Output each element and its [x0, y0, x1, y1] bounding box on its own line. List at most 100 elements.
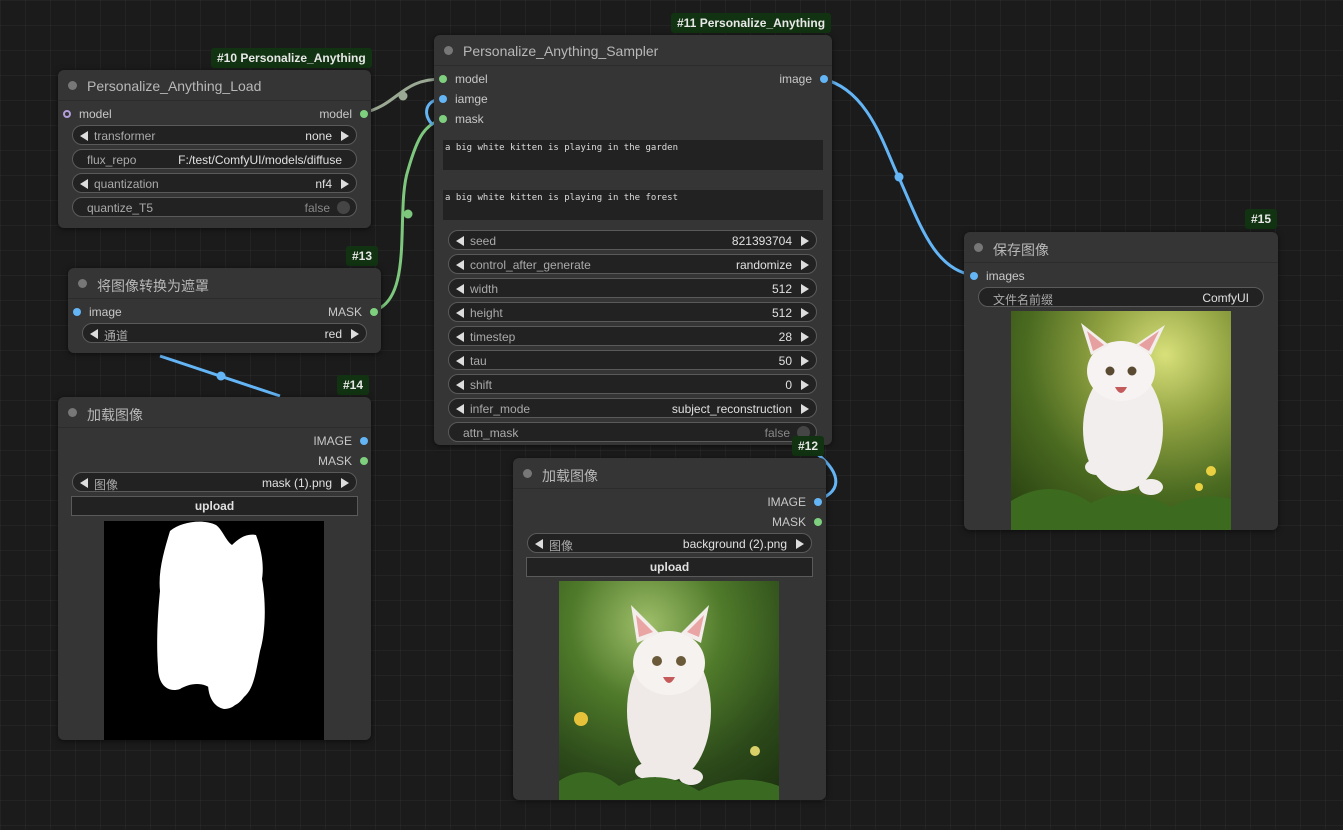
node-title: 保存图像: [993, 242, 1049, 258]
arrow-right-icon[interactable]: [796, 539, 804, 549]
node-badge: #13: [346, 246, 379, 266]
kitten-background-preview: [559, 581, 779, 800]
toggle-knob-icon[interactable]: [337, 201, 350, 214]
arrow-left-icon[interactable]: [456, 356, 464, 366]
node-title-bar[interactable]: Personalize_Anything_Sampler: [434, 35, 832, 66]
image-file-combo[interactable]: 图像 mask (1).png: [72, 472, 357, 492]
node-badge: #12: [792, 436, 825, 456]
width-number[interactable]: width 512: [448, 278, 817, 298]
load-mask-image-node[interactable]: 加载图像 IMAGE MASK 图像 mask (1).png upload: [58, 397, 371, 740]
channel-combo[interactable]: 通道 red: [82, 323, 367, 343]
personalize-load-node[interactable]: Personalize_Anything_Load model model tr…: [58, 70, 371, 228]
node-title-bar[interactable]: 加载图像: [58, 397, 371, 428]
load-background-image-node[interactable]: 加载图像 IMAGE MASK 图像 background (2).png up…: [513, 458, 826, 800]
output-image[interactable]: IMAGE: [767, 495, 822, 509]
input-mask[interactable]: mask: [439, 112, 484, 126]
collapse-dot-icon[interactable]: [974, 243, 983, 252]
node-title-bar[interactable]: 将图像转换为遮罩: [68, 268, 381, 299]
arrow-right-icon[interactable]: [351, 329, 359, 339]
prompt-textarea-1[interactable]: a big white kitten is playing in the gar…: [443, 140, 823, 170]
collapse-dot-icon[interactable]: [68, 408, 77, 417]
tau-number[interactable]: tau 50: [448, 350, 817, 370]
cat-silhouette: [157, 521, 265, 709]
arrow-right-icon[interactable]: [801, 380, 809, 390]
link-output-image: [822, 77, 974, 277]
timestep-number[interactable]: timestep 28: [448, 326, 817, 346]
output-mask[interactable]: MASK: [772, 515, 822, 529]
arrow-left-icon[interactable]: [456, 380, 464, 390]
upload-button[interactable]: upload: [71, 496, 358, 516]
node-title-bar[interactable]: Personalize_Anything_Load: [58, 70, 371, 101]
arrow-left-icon[interactable]: [456, 236, 464, 246]
generated-kitten-image: [1011, 311, 1231, 530]
arrow-right-icon[interactable]: [801, 404, 809, 414]
arrow-left-icon[interactable]: [80, 131, 88, 141]
collapse-dot-icon[interactable]: [444, 46, 453, 55]
attn-mask-toggle[interactable]: attn_mask false: [448, 422, 817, 442]
arrow-right-icon[interactable]: [801, 260, 809, 270]
image-to-mask-node[interactable]: 将图像转换为遮罩 image MASK 通道 red: [68, 268, 381, 353]
arrow-right-icon[interactable]: [341, 131, 349, 141]
collapse-dot-icon[interactable]: [78, 279, 87, 288]
arrow-right-icon[interactable]: [801, 308, 809, 318]
save-image-node[interactable]: 保存图像 images 文件名前缀 ComfyUI: [964, 232, 1278, 530]
node-title: Personalize_Anything_Load: [87, 78, 262, 94]
node-badge: #14: [337, 375, 370, 395]
node-badge: #10 Personalize_Anything: [211, 48, 372, 68]
arrow-left-icon[interactable]: [456, 308, 464, 318]
filename-prefix-field[interactable]: 文件名前缀 ComfyUI: [978, 287, 1264, 307]
node-title: 将图像转换为遮罩: [97, 278, 209, 294]
seed-number[interactable]: seed 821393704: [448, 230, 817, 250]
collapse-dot-icon[interactable]: [523, 469, 532, 478]
kitten-illustration: [559, 605, 779, 800]
arrow-left-icon[interactable]: [456, 404, 464, 414]
link-model: [362, 77, 444, 115]
arrow-left-icon[interactable]: [456, 260, 464, 270]
arrow-left-icon[interactable]: [80, 478, 88, 488]
arrow-right-icon[interactable]: [341, 478, 349, 488]
output-image[interactable]: IMAGE: [313, 434, 368, 448]
node-title: 加载图像: [87, 407, 143, 423]
link-mask: [372, 117, 444, 313]
arrow-left-icon[interactable]: [80, 179, 88, 189]
output-image[interactable]: image: [779, 72, 828, 86]
output-model[interactable]: model: [319, 107, 368, 121]
control-after-generate-combo[interactable]: control_after_generate randomize: [448, 254, 817, 274]
shift-number[interactable]: shift 0: [448, 374, 817, 394]
node-title-bar[interactable]: 加载图像: [513, 458, 826, 489]
input-model[interactable]: model: [439, 72, 488, 86]
arrow-right-icon[interactable]: [801, 284, 809, 294]
arrow-left-icon[interactable]: [90, 329, 98, 339]
quantize-t5-toggle[interactable]: quantize_T5 false: [72, 197, 357, 217]
arrow-left-icon[interactable]: [456, 284, 464, 294]
input-image[interactable]: image: [73, 305, 122, 319]
input-iamge[interactable]: iamge: [439, 92, 488, 106]
personalize-sampler-node[interactable]: Personalize_Anything_Sampler model iamge…: [434, 35, 832, 445]
height-number[interactable]: height 512: [448, 302, 817, 322]
arrow-left-icon[interactable]: [456, 332, 464, 342]
arrow-right-icon[interactable]: [801, 236, 809, 246]
flux-repo-field[interactable]: flux_repo F:/test/ComfyUI/models/diffuse: [72, 149, 357, 169]
arrow-right-icon[interactable]: [341, 179, 349, 189]
output-mask[interactable]: MASK: [318, 454, 368, 468]
node-title: Personalize_Anything_Sampler: [463, 43, 659, 59]
image-file-combo[interactable]: 图像 background (2).png: [527, 533, 812, 553]
upload-button[interactable]: upload: [526, 557, 813, 577]
input-images[interactable]: images: [970, 269, 1025, 283]
arrow-left-icon[interactable]: [535, 539, 543, 549]
arrow-right-icon[interactable]: [801, 356, 809, 366]
collapse-dot-icon[interactable]: [68, 81, 77, 90]
transformer-combo[interactable]: transformer none: [72, 125, 357, 145]
arrow-right-icon[interactable]: [801, 332, 809, 342]
node-badge: #15: [1245, 209, 1278, 229]
quantization-combo[interactable]: quantization nf4: [72, 173, 357, 193]
mask-preview-image: [104, 521, 324, 740]
node-title-bar[interactable]: 保存图像: [964, 232, 1278, 263]
kitten-illustration: [1011, 323, 1231, 530]
output-mask[interactable]: MASK: [328, 305, 378, 319]
link-image-to-converter: [159, 354, 281, 398]
infer-mode-combo[interactable]: infer_mode subject_reconstruction: [448, 398, 817, 418]
node-title: 加载图像: [542, 468, 598, 484]
input-model[interactable]: model: [63, 107, 112, 121]
prompt-textarea-2[interactable]: a big white kitten is playing in the for…: [443, 190, 823, 220]
